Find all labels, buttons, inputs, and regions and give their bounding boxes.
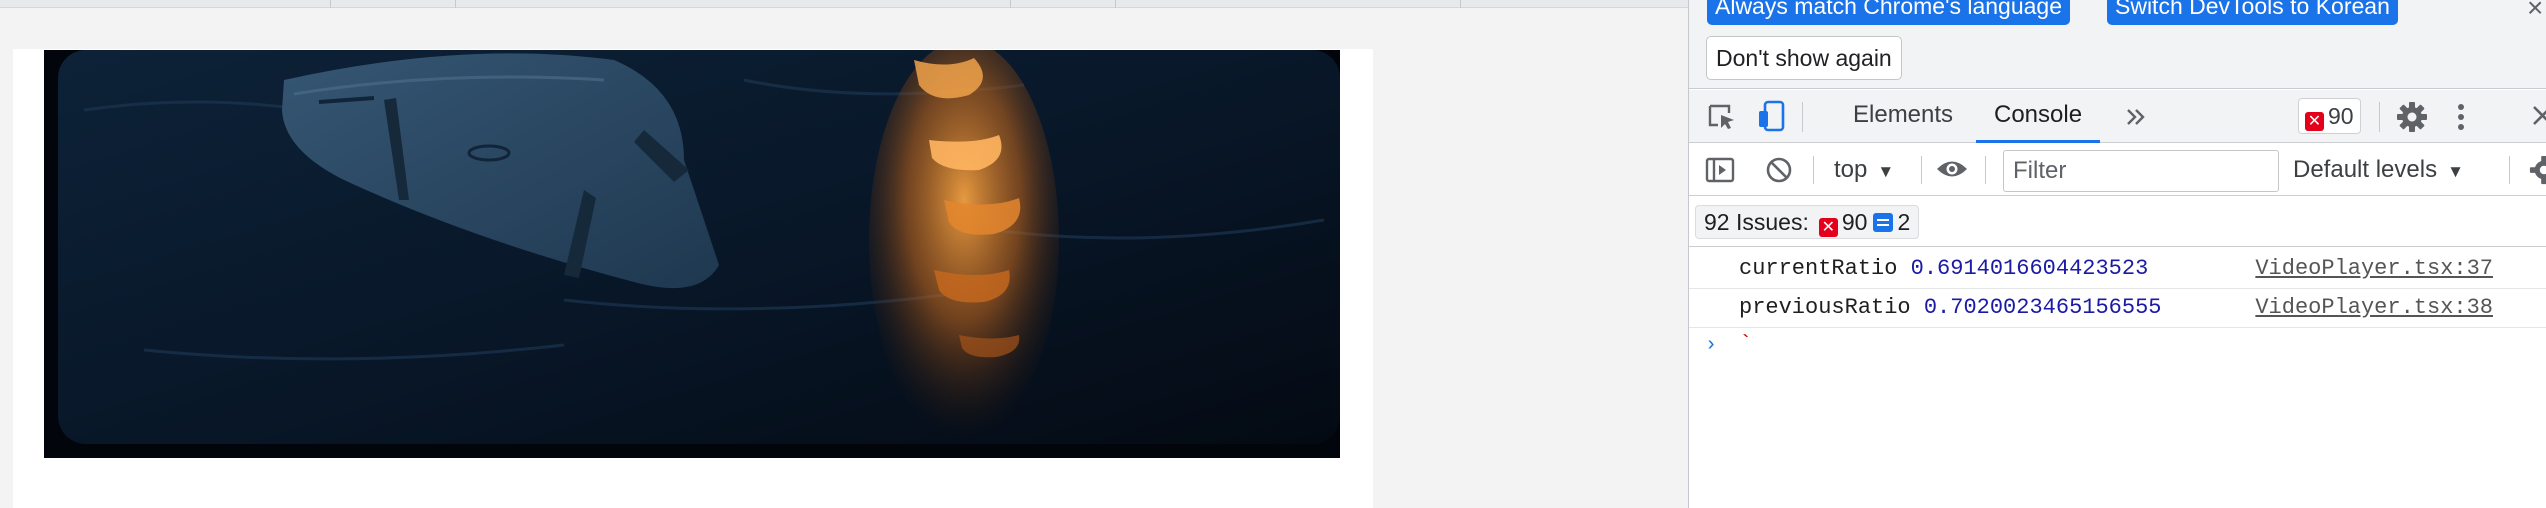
- log-levels-value: Default levels: [2293, 156, 2438, 183]
- video-frame: [44, 50, 1340, 458]
- error-count-badge[interactable]: ✕ 90: [2298, 98, 2361, 134]
- strip-divider: [1115, 0, 1116, 8]
- log-source-link[interactable]: VideoPlayer.tsx:37: [2255, 250, 2493, 288]
- error-count: 90: [2328, 103, 2354, 129]
- strip-divider: [1010, 0, 1011, 8]
- video-player[interactable]: [44, 50, 1340, 458]
- sidebar-toggle-icon[interactable]: [1705, 157, 1735, 183]
- info-message-icon: [1873, 213, 1894, 232]
- eye-icon[interactable]: [1935, 157, 1969, 181]
- toolbar-divider: [1985, 156, 1986, 184]
- clear-console-icon[interactable]: [1765, 156, 1793, 184]
- issues-button[interactable]: 92 Issues: ✕ 90 2: [1695, 205, 1920, 239]
- toolbar-divider: [2509, 156, 2510, 184]
- log-variable-name: previousRatio: [1739, 295, 1911, 320]
- triangle-down-icon: ▼: [2447, 162, 2464, 181]
- context-value: top: [1834, 156, 1868, 183]
- close-icon[interactable]: ×: [2527, 0, 2543, 24]
- more-options-icon[interactable]: [2455, 102, 2467, 132]
- console-toolbar: top ▼ Default levels ▼: [1689, 144, 2546, 196]
- toolbar-divider: [1802, 102, 1803, 132]
- log-value: 0.7020023465156555: [1923, 295, 2162, 320]
- toolbar-divider: [1813, 156, 1814, 184]
- page-top-strip: [0, 0, 1688, 8]
- issues-label: 92 Issues:: [1704, 209, 1809, 235]
- console-prompt-icon: ›: [1705, 334, 1718, 357]
- match-language-button[interactable]: Always match Chrome's language: [1707, 0, 2070, 25]
- log-source-link[interactable]: VideoPlayer.tsx:38: [2255, 289, 2493, 327]
- gear-icon[interactable]: [2396, 101, 2428, 133]
- issues-error-count: 90: [1841, 209, 1868, 235]
- device-toolbar-icon[interactable]: [1757, 100, 1787, 132]
- strip-divider: [330, 0, 331, 8]
- devtools-panel: Always match Chrome's language Switch De…: [1688, 0, 2546, 508]
- inspect-element-icon[interactable]: [1707, 103, 1737, 131]
- log-variable-name: currentRatio: [1739, 256, 1898, 281]
- devtools-tabbar: Elements Console ✕ 90: [1689, 90, 2546, 143]
- console-settings-icon[interactable]: [2529, 155, 2546, 185]
- issues-bar: 92 Issues: ✕ 90 2: [1689, 197, 2546, 247]
- error-icon: ✕: [2305, 112, 2324, 131]
- log-value: 0.6914016604423523: [1910, 256, 2149, 281]
- filter-input[interactable]: [2003, 150, 2279, 192]
- close-devtools-icon[interactable]: [2531, 104, 2546, 130]
- dont-show-again-button[interactable]: Don't show again: [1706, 36, 1902, 80]
- console-log-row: previousRatio 0.7020023465156555 VideoPl…: [1689, 289, 2546, 328]
- strip-divider: [455, 0, 456, 8]
- triangle-down-icon: ▼: [1877, 162, 1895, 181]
- log-levels-select[interactable]: Default levels ▼: [2293, 144, 2464, 196]
- language-infobar: Always match Chrome's language Switch De…: [1689, 0, 2546, 89]
- console-input[interactable]: `: [1739, 332, 1752, 357]
- tab-elements[interactable]: Elements: [1853, 90, 1953, 143]
- strip-divider: [1460, 0, 1461, 8]
- tab-console[interactable]: Console: [1976, 90, 2101, 143]
- error-icon: ✕: [1818, 218, 1838, 237]
- double-chevron-icon[interactable]: [2125, 107, 2147, 127]
- page-viewport: [0, 0, 1688, 508]
- console-log-row: currentRatio 0.6914016604423523 VideoPla…: [1689, 250, 2546, 289]
- switch-language-button[interactable]: Switch DevTools to Korean: [2107, 0, 2398, 25]
- context-select[interactable]: top ▼: [1834, 144, 1894, 196]
- issues-info-count: 2: [1897, 209, 1911, 235]
- toolbar-divider: [2379, 102, 2380, 132]
- toolbar-divider: [1921, 156, 1922, 184]
- light-reflection: [869, 50, 1059, 440]
